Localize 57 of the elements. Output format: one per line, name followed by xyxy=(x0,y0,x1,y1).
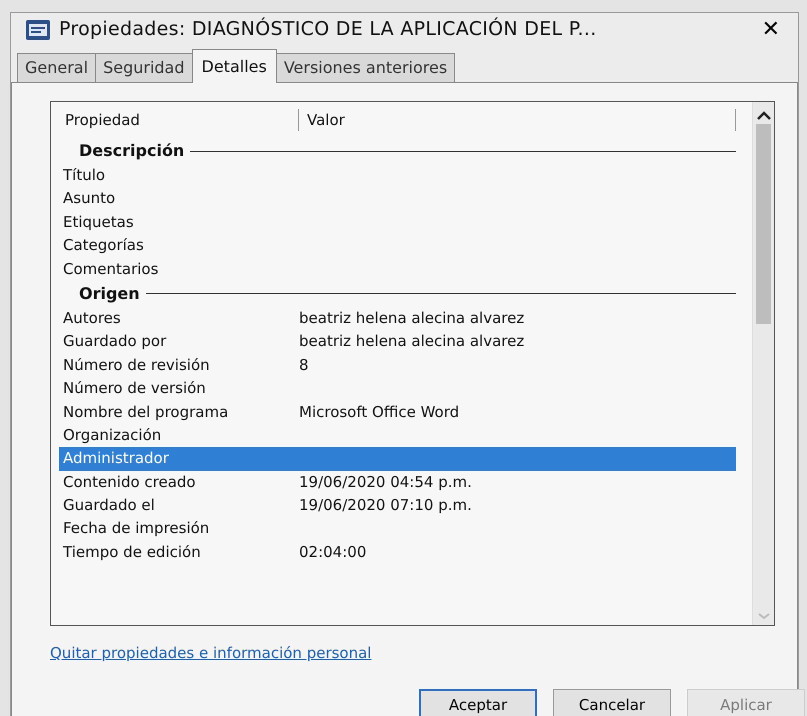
group-header: Origen xyxy=(78,282,141,305)
property-name: Número de versión xyxy=(62,378,207,400)
close-button[interactable]: ✕ xyxy=(758,13,784,46)
column-header[interactable]: Propiedad xyxy=(59,108,299,132)
property-value: 02:04:00 xyxy=(299,542,366,563)
property-value: beatriz helena alecina alvarez xyxy=(299,308,524,329)
property-row[interactable]: Guardado por beatriz helena alecina alvarez xyxy=(59,330,752,354)
property-row[interactable]: Categorías xyxy=(59,234,752,258)
scroll-up-icon[interactable] xyxy=(756,110,772,122)
property-name: Etiquetas xyxy=(62,212,135,233)
property-row[interactable]: Título xyxy=(59,164,752,188)
property-row[interactable]: Número de versión xyxy=(59,377,752,401)
scroll-down-icon[interactable] xyxy=(756,611,772,621)
property-name: Contenido creado xyxy=(62,472,197,493)
property-value: 19/06/2020 07:10 p.m. xyxy=(299,495,472,516)
property-row[interactable]: Nombre del programa Microsoft Office Word xyxy=(59,400,752,424)
window-title: Propiedades: DIAGNÓSTICO DE LA APLICACIÓN DEL P... xyxy=(59,16,598,42)
selected-row[interactable]: Administrador xyxy=(59,447,736,471)
property-row[interactable]: Guardado el 19/06/2020 07:10 p.m. xyxy=(59,494,752,518)
property-value: beatriz helena alecina alvarez xyxy=(299,331,524,352)
property-row[interactable]: Tiempo de edición 02:04:00 xyxy=(59,540,752,564)
remove-properties-link[interactable]: Quitar propiedades e información personal xyxy=(50,644,372,662)
tab[interactable]: General xyxy=(17,53,96,82)
property-row[interactable]: Número de revisión 8 xyxy=(59,354,752,378)
property-name: Administrador xyxy=(62,448,170,470)
property-row[interactable]: Fecha de impresión xyxy=(59,517,752,541)
property-value: Microsoft Office Word xyxy=(299,402,460,423)
property-value: 8 xyxy=(299,354,309,376)
property-name: Categorías xyxy=(62,235,145,256)
document-icon xyxy=(25,18,51,40)
dialog-button[interactable]: Aceptar xyxy=(419,688,537,716)
property-name: Asunto xyxy=(62,188,116,210)
group-header: Descripción xyxy=(78,140,186,162)
property-value: 19/06/2020 04:54 p.m. xyxy=(299,472,472,493)
scrollbar-thumb[interactable] xyxy=(756,124,771,324)
property-name: Nombre del programa xyxy=(62,402,230,423)
property-name: Título xyxy=(62,165,106,186)
tab[interactable]: Seguridad xyxy=(95,53,192,82)
property-name: Fecha de impresión xyxy=(62,518,210,540)
property-row[interactable]: Contenido creado 19/06/2020 04:54 p.m. xyxy=(59,470,752,494)
property-row[interactable]: Organización xyxy=(59,424,752,448)
column-header[interactable]: Valor xyxy=(299,108,736,132)
tab[interactable]: Versiones anteriores xyxy=(276,53,456,82)
property-name: Guardado por xyxy=(62,331,168,352)
property-row[interactable]: Comentarios xyxy=(59,258,752,281)
property-name: Comentarios xyxy=(62,258,160,280)
property-row[interactable]: Autores beatriz helena alecina alvarez xyxy=(59,306,752,330)
property-row[interactable]: Etiquetas xyxy=(59,210,752,234)
property-name: Tiempo de edición xyxy=(62,542,202,563)
property-name: Número de revisión xyxy=(62,354,211,376)
property-name: Organización xyxy=(62,424,162,446)
property-name: Autores xyxy=(62,308,122,329)
dialog-button[interactable]: Cancelar xyxy=(553,688,671,716)
property-row[interactable]: Asunto xyxy=(59,187,752,211)
tab[interactable]: Detalles xyxy=(192,49,277,83)
property-name: Guardado el xyxy=(62,495,156,516)
scrollbar[interactable] xyxy=(752,102,774,625)
